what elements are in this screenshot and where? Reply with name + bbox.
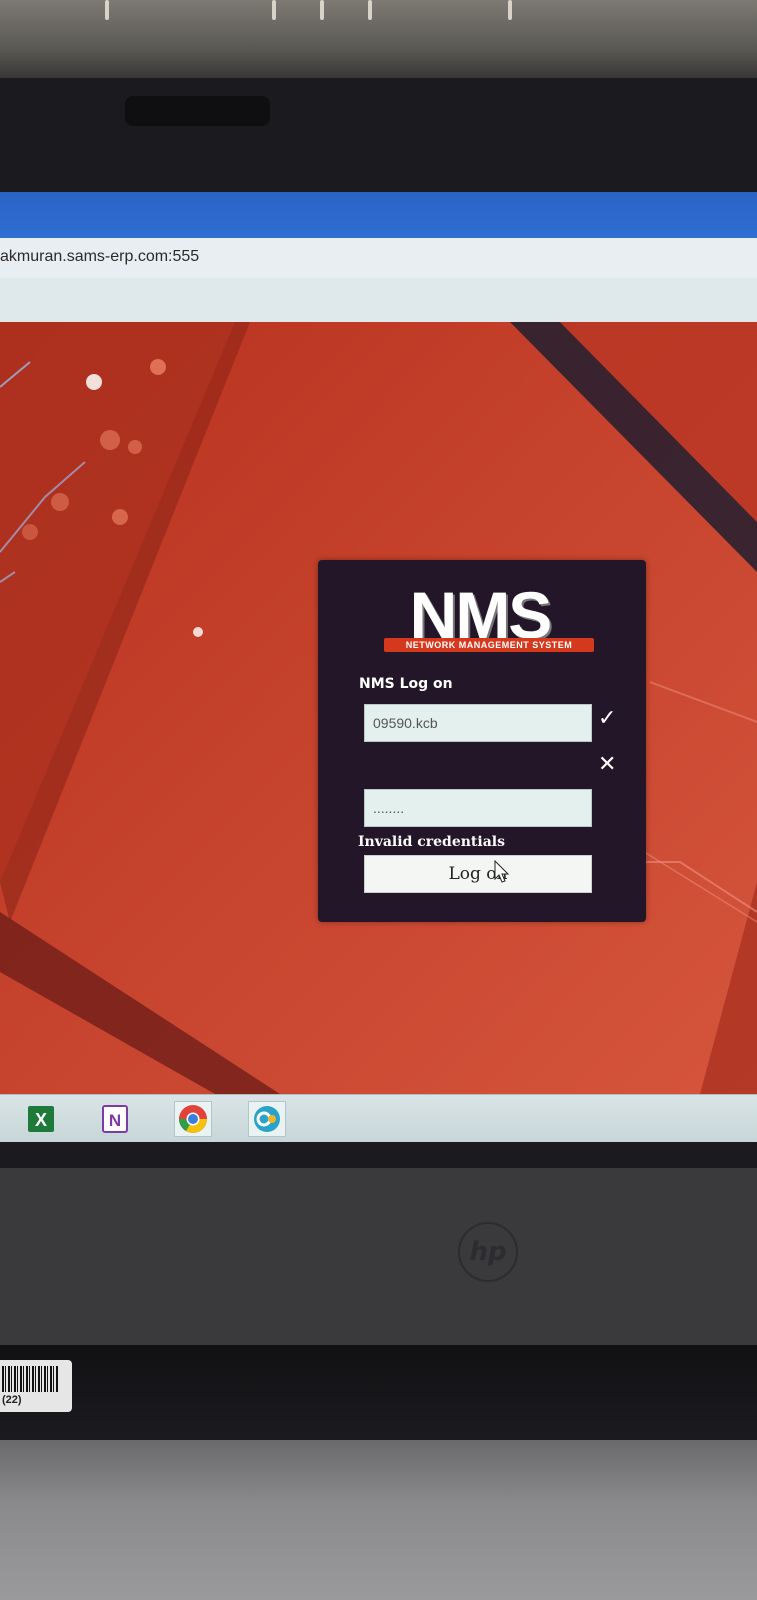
password-input[interactable] [364, 789, 592, 827]
barcode-label: (22) [2, 1394, 22, 1406]
login-heading: NMS Log on [359, 676, 453, 692]
nms-logo: NMS NETWORK MANAGEMENT SYSTEM [364, 582, 596, 654]
check-icon: ✓ [598, 706, 617, 731]
svg-text:X: X [35, 1110, 47, 1130]
svg-text:N: N [109, 1111, 121, 1130]
login-panel: NMS NETWORK MANAGEMENT SYSTEM NMS Log on… [318, 560, 646, 922]
screen-bottom-edge [0, 1142, 757, 1167]
logon-button[interactable]: Log on [364, 855, 592, 893]
address-bar[interactable]: akmuran.sams-erp.com:555 [0, 238, 757, 279]
onenote-icon[interactable]: N [96, 1101, 134, 1137]
logo-subtitle: NETWORK MANAGEMENT SYSTEM [384, 638, 594, 652]
laptop-hinge [0, 1345, 757, 1445]
webcam-housing [125, 96, 270, 126]
ceiling-light [508, 0, 512, 20]
url-text[interactable]: akmuran.sams-erp.com:555 [0, 248, 199, 266]
chrome-icon[interactable] [174, 1101, 212, 1137]
browser-toolbar [0, 278, 757, 322]
mouse-cursor-icon [494, 860, 510, 883]
ceiling-light [272, 0, 276, 20]
hp-logo: hp [458, 1222, 518, 1282]
error-message: Invalid credentials [358, 834, 505, 850]
asset-barcode-sticker: (22) [0, 1360, 72, 1412]
ceiling-light [368, 0, 372, 20]
page-content: NMS NETWORK MANAGEMENT SYSTEM NMS Log on… [0, 322, 757, 1094]
app-icon[interactable] [248, 1101, 286, 1137]
barcode-lines [2, 1366, 58, 1392]
room-background [0, 0, 757, 90]
username-input[interactable] [364, 704, 592, 742]
ceiling-light [105, 0, 109, 20]
laptop-screen: akmuran.sams-erp.com:555 NMS NETWORK MAN… [0, 192, 757, 1167]
x-icon: ✕ [598, 752, 617, 777]
taskbar: X N [0, 1094, 757, 1143]
laptop-base [0, 1440, 757, 1600]
excel-icon[interactable]: X [22, 1101, 60, 1137]
ceiling-light [320, 0, 324, 20]
browser-titlebar [0, 192, 757, 238]
